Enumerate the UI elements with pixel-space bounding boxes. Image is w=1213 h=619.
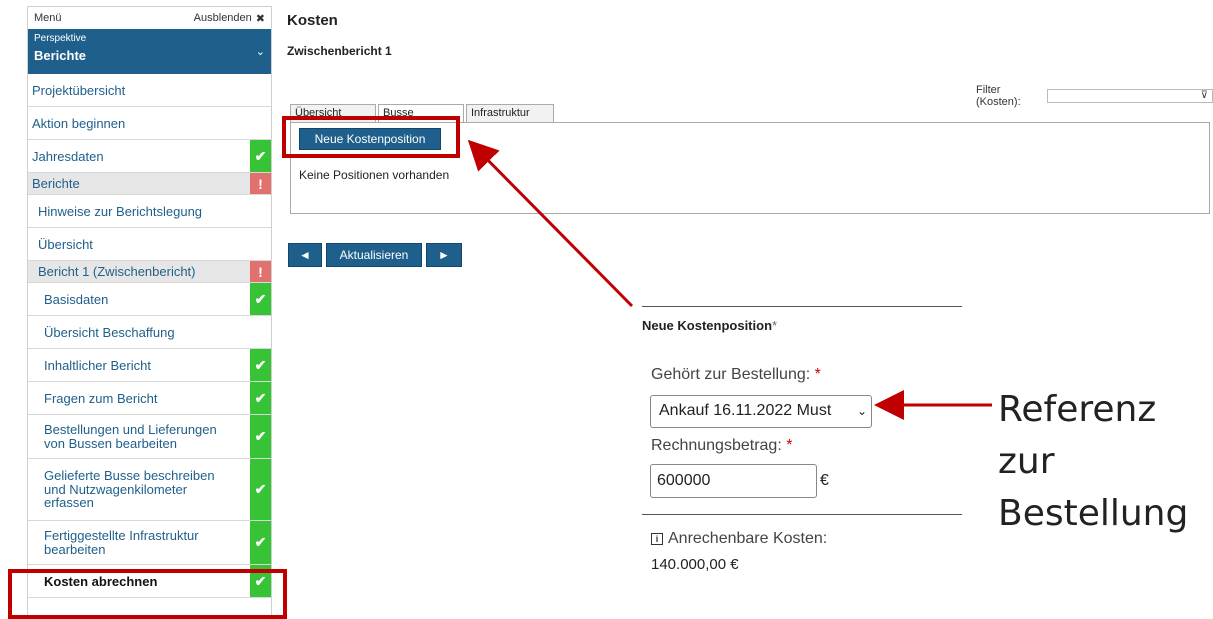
arrow-to-new-button (467, 139, 634, 308)
annotation-arrows (467, 139, 992, 420)
